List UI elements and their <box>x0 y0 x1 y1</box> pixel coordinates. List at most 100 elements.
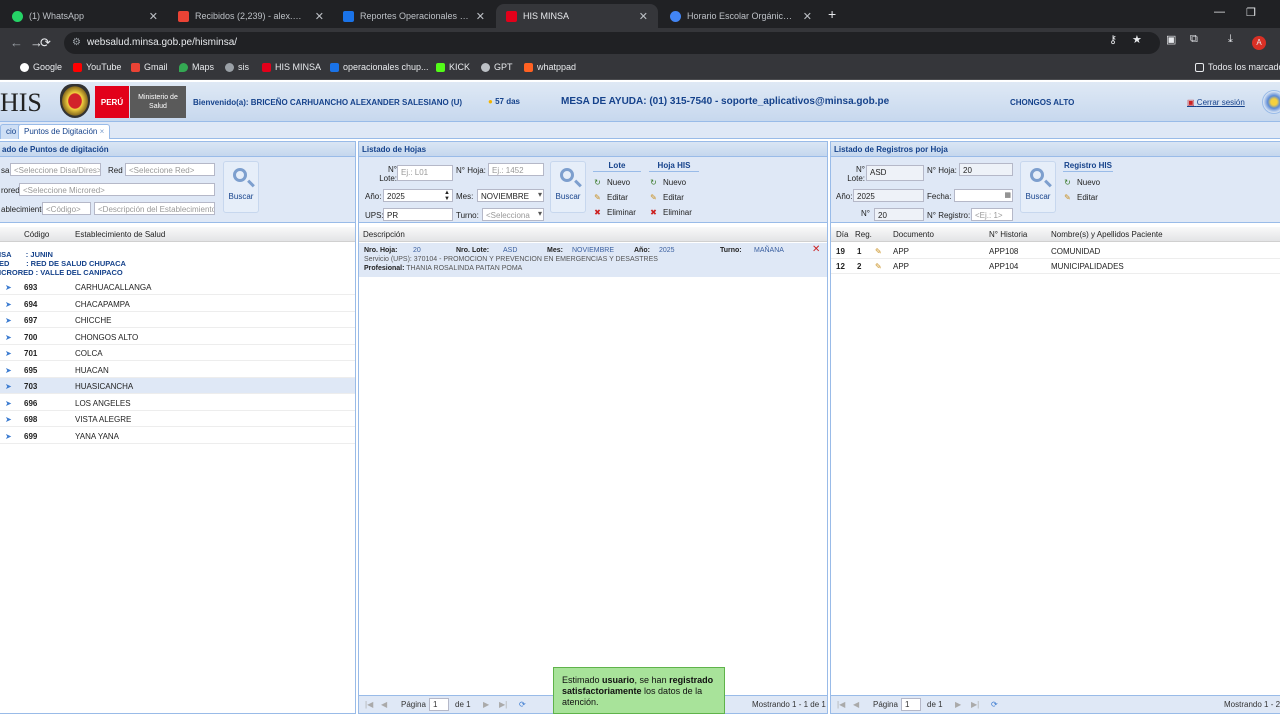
codigo-input[interactable]: <Código> <box>42 202 91 215</box>
table-row[interactable]: 19 1 ✎ APP APP108 COMUNIDAD <box>831 243 1280 259</box>
logout-link[interactable]: ▣ Cerrar sesión <box>1187 98 1245 107</box>
browser-tab-his-minsa[interactable]: HIS MINSA ✕ <box>496 4 658 28</box>
hoja-nuevo-button[interactable]: ↻ Nuevo <box>649 175 699 190</box>
bookmark-operacionales[interactable]: operacionales chup... <box>330 62 429 72</box>
tab-puntos-digitacion[interactable]: Puntos de Digitación × <box>18 124 111 139</box>
select-arrow-icon[interactable]: ➤ <box>5 366 12 375</box>
select-arrow-icon[interactable]: ➤ <box>5 333 12 342</box>
select-arrow-icon[interactable]: ➤ <box>5 349 12 358</box>
maximize-icon[interactable]: ❐ <box>1246 6 1256 19</box>
close-icon[interactable]: × <box>100 127 105 136</box>
mes-select[interactable]: NOVIEMBRE <box>477 189 544 202</box>
close-icon[interactable]: ✕ <box>639 10 648 23</box>
calendar-icon[interactable]: ▦ <box>1004 191 1011 199</box>
descripcion-input[interactable]: <Descripción del Establecimiento> <box>94 202 215 215</box>
screen-icon[interactable]: ▣ <box>1166 33 1176 46</box>
download-icon[interactable]: ⤓ <box>1228 33 1233 46</box>
bookmark-youtube[interactable]: YouTube <box>73 62 121 72</box>
table-row[interactable]: ➤ 701 COLCA <box>0 345 355 361</box>
minimize-icon[interactable]: — <box>1214 6 1225 18</box>
prev-page-icon[interactable]: ◀ <box>381 700 387 709</box>
first-page-icon[interactable]: |◀ <box>365 700 373 709</box>
reload-icon[interactable]: ⟳ <box>40 35 51 51</box>
select-arrow-icon[interactable]: ➤ <box>5 283 12 292</box>
next-page-icon[interactable]: ▶ <box>483 700 489 709</box>
browser-tab-reportes[interactable]: Reportes Operacionales - Red C✕ <box>333 4 495 28</box>
anio-spinner[interactable]: 2025 ▲ ▼ <box>383 189 453 202</box>
table-row[interactable]: ➤ 693 CARHUACALLANGA <box>0 279 355 295</box>
registro-editar-button[interactable]: ✎ Editar <box>1063 190 1113 205</box>
browser-tab-horario[interactable]: Horario Escolar Orgánico Ilustr✕ <box>660 4 822 28</box>
select-arrow-icon[interactable]: ➤ <box>5 300 12 309</box>
table-row[interactable]: ➤ 698 VISTA ALEGRE <box>0 411 355 427</box>
bookmark-google[interactable]: Google <box>20 62 62 72</box>
address-bar[interactable]: ⚙ websalud.minsa.gob.pe/hisminsa/ <box>64 32 1160 54</box>
hoja-input[interactable]: Ej.: 1452 <box>488 163 544 176</box>
key-icon[interactable]: ⚷ <box>1109 33 1117 46</box>
lote-input[interactable]: Ej.: L01 <box>397 165 453 181</box>
bookmark-maps[interactable]: Maps <box>179 62 214 72</box>
next-page-icon[interactable]: ▶ <box>955 700 961 709</box>
bookmark-gmail[interactable]: Gmail <box>131 62 168 72</box>
registro-nuevo-button[interactable]: ↻ Nuevo <box>1063 175 1113 190</box>
hoja-editar-button[interactable]: ✎ Editar <box>649 190 699 205</box>
lote-nuevo-button[interactable]: ↻ Nuevo <box>593 175 641 190</box>
edit-icon[interactable]: ✎ <box>875 262 882 271</box>
lote-editar-button[interactable]: ✎ Editar <box>593 190 641 205</box>
fecha-input[interactable]: ▦ <box>954 189 1013 202</box>
select-arrow-icon[interactable]: ➤ <box>5 432 12 441</box>
lote-eliminar-button[interactable]: ✖ Eliminar <box>593 205 641 220</box>
new-tab-button[interactable]: + <box>828 6 836 22</box>
table-row[interactable]: 12 2 ✎ APP APP104 MUNICIPALIDADES <box>831 258 1280 274</box>
microred-select[interactable]: <Seleccione Microred> <box>19 183 215 196</box>
first-page-icon[interactable]: |◀ <box>837 700 845 709</box>
disa-select[interactable]: <Seleccione Disa/Dires> <box>10 163 101 176</box>
table-row[interactable]: ➤ 700 CHONGOS ALTO <box>0 329 355 345</box>
search-button[interactable]: Buscar <box>550 161 586 213</box>
table-row[interactable]: ➤ 695 HUACAN <box>0 362 355 378</box>
delete-hoja-icon[interactable]: ✕ <box>812 245 820 255</box>
site-info-icon[interactable]: ⚙ <box>72 37 81 48</box>
bookmark-his-minsa[interactable]: HIS MINSA <box>262 62 321 72</box>
search-button[interactable]: Buscar <box>1020 161 1056 213</box>
turno-select[interactable]: <Selecciona <box>482 208 544 221</box>
table-row[interactable]: ➤ 703 HUASICANCHA <box>0 378 355 394</box>
bookmark-sis[interactable]: sis <box>225 62 249 72</box>
search-button[interactable]: Buscar <box>223 161 259 213</box>
close-icon[interactable]: ✕ <box>476 10 485 23</box>
select-arrow-icon[interactable]: ➤ <box>5 399 12 408</box>
browser-tab-whatsapp[interactable]: (1) WhatsApp ✕ <box>2 4 168 28</box>
table-row[interactable]: ➤ 697 CHICCHE <box>0 312 355 328</box>
page-input[interactable]: 1 <box>901 698 921 711</box>
hoja-record-row[interactable]: Nro. Hoja: 20 Nro. Lote: ASD Mes: NOVIEMBRE… <box>359 243 827 277</box>
bookmark-kick[interactable]: KICK <box>436 62 470 72</box>
red-select[interactable]: <Seleccione Red> <box>125 163 215 176</box>
last-page-icon[interactable]: ▶| <box>499 700 507 709</box>
close-icon[interactable]: ✕ <box>149 10 158 23</box>
bookmark-star-icon[interactable]: ★ <box>1132 33 1142 46</box>
extensions-icon[interactable]: ⧉ <box>1190 33 1198 46</box>
browser-tab-gmail[interactable]: Recibidos (2,239) - alex.majre@✕ <box>168 4 334 28</box>
refresh-icon[interactable]: ⟳ <box>991 700 998 709</box>
all-bookmarks[interactable]: Todos los marcadores <box>1195 62 1280 72</box>
select-arrow-icon[interactable]: ➤ <box>5 382 12 391</box>
page-input[interactable]: 1 <box>429 698 449 711</box>
bookmark-gpt[interactable]: GPT <box>481 62 513 72</box>
table-row[interactable]: ➤ 694 CHACAPAMPA <box>0 296 355 312</box>
registro-input[interactable]: <Ej.: 1> <box>971 208 1013 221</box>
ups-input[interactable]: PR <box>383 208 453 221</box>
close-icon[interactable]: ✕ <box>315 10 324 23</box>
close-icon[interactable]: ✕ <box>803 10 812 23</box>
edit-icon[interactable]: ✎ <box>875 247 882 256</box>
last-page-icon[interactable]: ▶| <box>971 700 979 709</box>
refresh-icon[interactable]: ⟳ <box>519 700 526 709</box>
select-arrow-icon[interactable]: ➤ <box>5 415 12 424</box>
back-icon[interactable]: ← <box>10 35 23 50</box>
profile-avatar[interactable]: A <box>1252 36 1266 50</box>
hoja-eliminar-button[interactable]: ✖ Eliminar <box>649 205 699 220</box>
bookmark-whatppad[interactable]: whatppad <box>524 62 576 72</box>
table-row[interactable]: ➤ 696 LOS ANGELES <box>0 395 355 411</box>
spinner-arrows-icon[interactable]: ▲ ▼ <box>444 190 450 201</box>
select-arrow-icon[interactable]: ➤ <box>5 316 12 325</box>
table-row[interactable]: ➤ 699 YANA YANA <box>0 428 355 444</box>
